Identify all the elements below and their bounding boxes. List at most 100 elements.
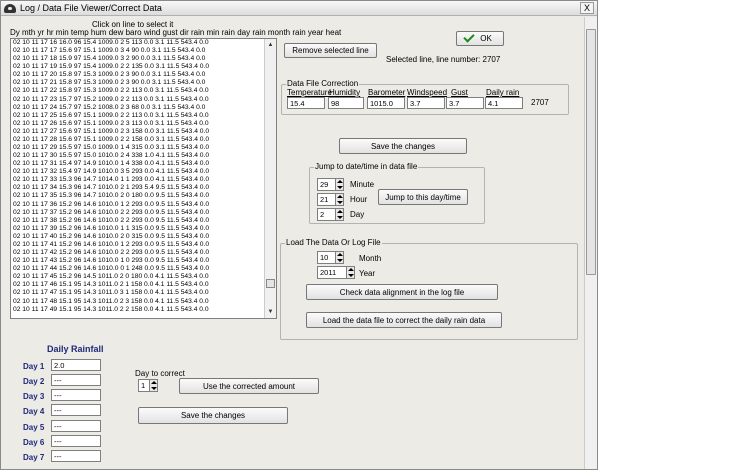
close-button[interactable]: X xyxy=(580,2,594,14)
minute-spinner[interactable] xyxy=(317,178,344,191)
spin-up-icon[interactable] xyxy=(151,381,157,384)
use-corrected-amount-button[interactable]: Use the corrected amount xyxy=(179,378,319,394)
list-item[interactable]: 02 10 11 17 20 15.8 97 15.3 1009.0 2 3 9… xyxy=(11,71,265,79)
list-item[interactable]: 02 10 11 17 39 15.2 96 14.6 1010.0 1 1 3… xyxy=(11,225,265,233)
day-7-rain-input[interactable] xyxy=(51,450,101,462)
data-line-list[interactable]: 02 10 11 17 16 16.0 96 15.4 1009.0 2 5 1… xyxy=(10,38,277,319)
year-spinner[interactable] xyxy=(317,266,355,279)
list-item[interactable]: 02 10 11 17 21 15.8 97 15.3 1009.0 2 3 9… xyxy=(11,79,265,87)
year-input[interactable] xyxy=(317,266,347,279)
spin-down-icon[interactable] xyxy=(348,274,354,277)
load-data-file-button[interactable]: Load the data file to correct the daily … xyxy=(306,312,502,328)
list-item[interactable]: 02 10 11 17 22 15.8 97 15.3 1009.0 2 2 1… xyxy=(11,87,265,95)
list-item[interactable]: 02 10 11 17 32 15.4 97 14.9 1010.0 3 5 2… xyxy=(11,168,265,176)
spin-down-icon[interactable] xyxy=(337,201,343,204)
list-item[interactable]: 02 10 11 17 48 15.1 95 14.3 1011.0 2 3 1… xyxy=(11,298,265,306)
list-item[interactable]: 02 10 11 17 36 15.2 96 14.6 1010.0 1 2 2… xyxy=(11,201,265,209)
list-item[interactable]: 02 10 11 17 43 15.2 96 14.6 1010.0 1 0 2… xyxy=(11,257,265,265)
jump-group-title: Jump to date/time in data file xyxy=(314,162,419,172)
day-2-label: Day 2 xyxy=(23,377,45,386)
hour-input[interactable] xyxy=(317,193,336,206)
barometer-input[interactable] xyxy=(367,97,405,109)
save-rain-changes-button[interactable]: Save the changes xyxy=(138,407,288,424)
spin-down-icon[interactable] xyxy=(337,259,343,262)
list-item[interactable]: 02 10 11 17 30 15.5 97 15.0 1010.0 2 4 3… xyxy=(11,152,265,160)
gust-input[interactable] xyxy=(446,97,484,109)
month-spinner[interactable] xyxy=(317,251,344,264)
list-item[interactable]: 02 10 11 17 27 15.6 97 15.1 1009.0 2 3 1… xyxy=(11,128,265,136)
list-item[interactable]: 02 10 11 17 41 15.2 96 14.6 1010.0 1 2 2… xyxy=(11,241,265,249)
spin-down-icon[interactable] xyxy=(337,216,343,219)
year-spin-buttons[interactable] xyxy=(346,266,355,279)
spin-up-icon[interactable] xyxy=(337,253,343,256)
spin-up-icon[interactable] xyxy=(348,268,354,271)
day-6-rain-input[interactable] xyxy=(51,435,101,447)
list-item[interactable]: 02 10 11 17 18 15.9 97 15.4 1009.0 3 2 9… xyxy=(11,55,265,63)
list-item[interactable]: 02 10 11 17 42 15.2 96 14.6 1010.0 2 2 2… xyxy=(11,249,265,257)
list-scrollbar[interactable]: ▲ ▼ xyxy=(264,39,276,318)
list-item[interactable]: 02 10 11 17 34 15.3 96 14.7 1010.0 2 1 2… xyxy=(11,184,265,192)
day-5-rain-input[interactable] xyxy=(51,420,101,432)
day-5-label: Day 5 xyxy=(23,423,45,432)
spin-down-icon[interactable] xyxy=(337,186,343,189)
scroll-down-arrow-icon[interactable]: ▼ xyxy=(265,306,276,318)
list-item[interactable]: 02 10 11 17 23 15.7 97 15.2 1009.0 2 2 1… xyxy=(11,96,265,104)
daily-rain-input[interactable] xyxy=(485,97,523,109)
day-spinner[interactable] xyxy=(317,208,344,221)
list-item[interactable]: 02 10 11 17 44 15.2 96 14.6 1010.0 0 1 2… xyxy=(11,265,265,273)
check-data-alignment-button[interactable]: Check data alignment in the log file xyxy=(306,284,498,300)
list-item[interactable]: 02 10 11 17 46 15.1 95 14.3 1011.0 2 1 1… xyxy=(11,281,265,289)
day-4-rain-input[interactable] xyxy=(51,404,101,416)
day-3-rain-input[interactable] xyxy=(51,389,101,401)
humidity-input[interactable] xyxy=(328,97,364,109)
list-item[interactable]: 02 10 11 17 19 15.9 97 15.4 1009.0 2 2 1… xyxy=(11,63,265,71)
day-to-correct-spinner[interactable] xyxy=(138,379,158,392)
ok-button[interactable]: OK xyxy=(456,31,504,46)
day-1-rain-input[interactable] xyxy=(51,359,101,371)
month-label: Month xyxy=(359,254,382,263)
spin-up-icon[interactable] xyxy=(337,210,343,213)
list-item[interactable]: 02 10 11 17 45 15.2 96 14.5 1011.0 2 0 1… xyxy=(11,273,265,281)
list-item[interactable]: 02 10 11 17 29 15.5 97 15.0 1009.0 1 4 3… xyxy=(11,144,265,152)
spin-up-icon[interactable] xyxy=(337,180,343,183)
day-7-label: Day 7 xyxy=(23,453,45,462)
minute-spin-buttons[interactable] xyxy=(335,178,344,191)
list-item[interactable]: 02 10 11 17 17 15.6 97 15.1 1009.0 3 4 9… xyxy=(11,47,265,55)
day-2-rain-input[interactable] xyxy=(51,374,101,386)
day-input[interactable] xyxy=(317,208,336,221)
list-item[interactable]: 02 10 11 17 37 15.2 96 14.6 1010.0 2 2 2… xyxy=(11,209,265,217)
minute-input[interactable] xyxy=(317,178,336,191)
scroll-up-arrow-icon[interactable]: ▲ xyxy=(265,39,276,51)
list-item[interactable]: 02 10 11 17 24 15.7 97 15.2 1008.0 2 3 6… xyxy=(11,104,265,112)
spin-up-icon[interactable] xyxy=(337,195,343,198)
day-spin-buttons[interactable] xyxy=(335,208,344,221)
hour-spinner[interactable] xyxy=(317,193,344,206)
month-input[interactable] xyxy=(317,251,336,264)
list-item[interactable]: 02 10 11 17 16 16.0 96 15.4 1009.0 2 5 1… xyxy=(11,39,265,47)
save-changes-button[interactable]: Save the changes xyxy=(339,138,467,154)
month-spin-buttons[interactable] xyxy=(335,251,344,264)
list-item[interactable]: 02 10 11 17 28 15.6 97 15.1 1009.0 2 2 1… xyxy=(11,136,265,144)
list-item[interactable]: 02 10 11 17 40 15.2 96 14.6 1010.0 2 0 3… xyxy=(11,233,265,241)
list-item[interactable]: 02 10 11 17 31 15.4 97 14.9 1010.0 1 4 3… xyxy=(11,160,265,168)
title-bar[interactable]: Log / Data File Viewer/Correct Data X xyxy=(1,1,597,16)
day-to-correct-label: Day to correct xyxy=(135,369,185,378)
remove-selected-line-button[interactable]: Remove selected line xyxy=(284,43,377,58)
window-scroll-thumb[interactable] xyxy=(586,29,596,275)
list-item[interactable]: 02 10 11 17 25 15.6 97 15.1 1009.0 2 2 1… xyxy=(11,112,265,120)
spin-down-icon[interactable] xyxy=(151,387,157,390)
list-item[interactable]: 02 10 11 17 49 15.1 95 14.3 1011.0 2 2 1… xyxy=(11,306,265,314)
window-scrollbar[interactable] xyxy=(584,17,597,469)
list-item[interactable]: 02 10 11 17 26 15.6 97 15.1 1009.0 2 3 1… xyxy=(11,120,265,128)
jump-to-day-time-button[interactable]: Jump to this day/time xyxy=(378,189,468,205)
list-item[interactable]: 02 10 11 17 35 15.3 96 14.7 1010.0 2 0 1… xyxy=(11,192,265,200)
list-item[interactable]: 02 10 11 17 47 15.1 95 14.3 1011.0 3 1 1… xyxy=(11,289,265,297)
list-item[interactable]: 02 10 11 17 33 15.3 96 14.7 1014.0 1 1 2… xyxy=(11,176,265,184)
hour-spin-buttons[interactable] xyxy=(335,193,344,206)
list-item[interactable]: 02 10 11 17 38 15.2 96 14.6 1010.0 2 2 2… xyxy=(11,217,265,225)
list-scroll-thumb[interactable] xyxy=(266,279,275,288)
temperature-input[interactable] xyxy=(287,97,325,109)
day-to-correct-spin-buttons[interactable] xyxy=(149,379,158,392)
day-3-label: Day 3 xyxy=(23,392,45,401)
windspeed-input[interactable] xyxy=(407,97,445,109)
